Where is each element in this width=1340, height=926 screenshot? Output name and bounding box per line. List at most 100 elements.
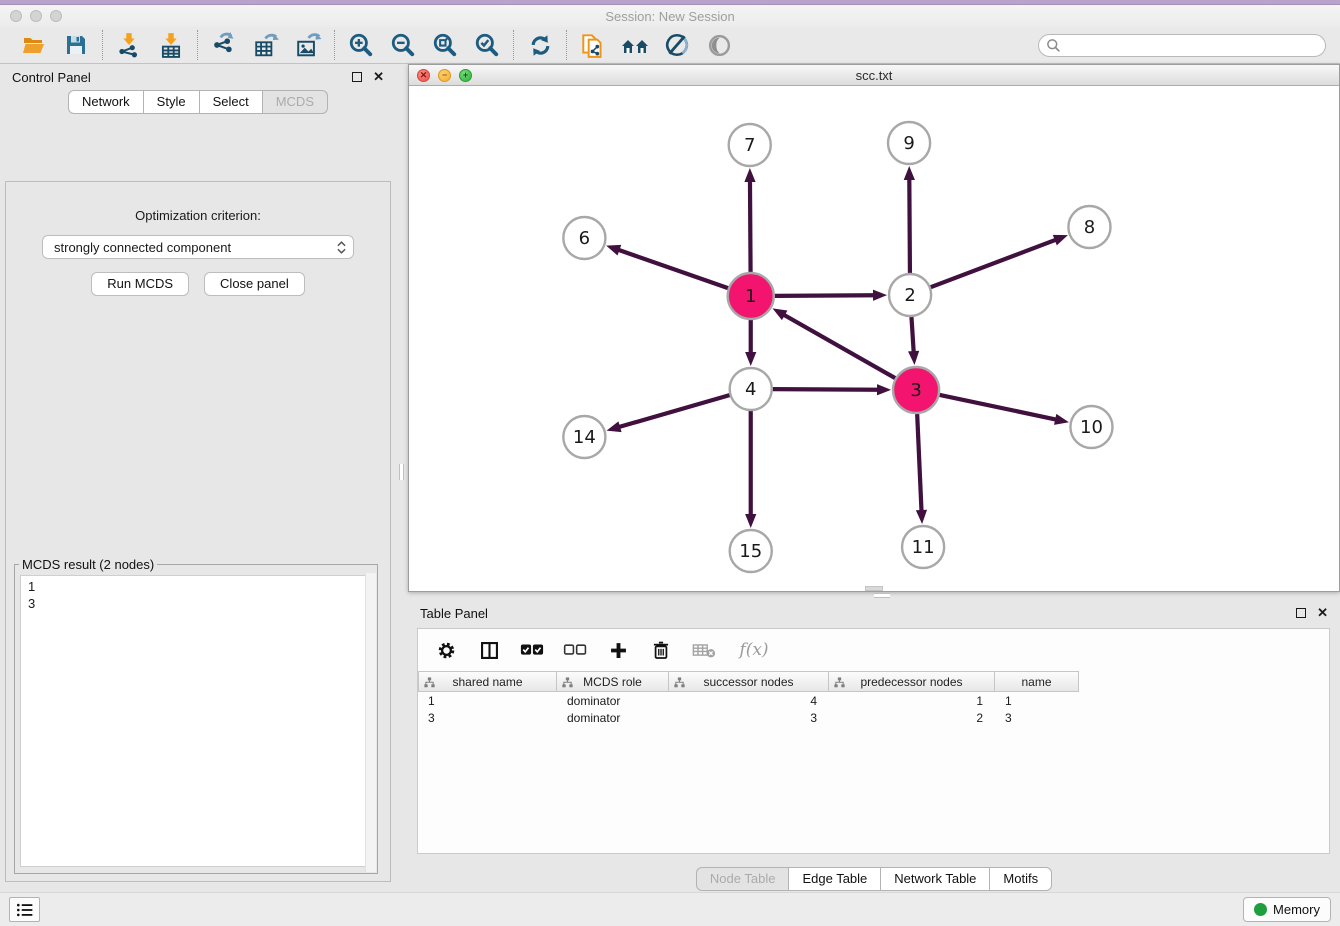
export-image-icon	[295, 32, 322, 58]
add-column-button[interactable]	[606, 638, 630, 662]
clone-network-button[interactable]	[578, 31, 608, 59]
float-panel-icon[interactable]	[352, 72, 362, 82]
network-graph: 7968124314101511	[409, 86, 1339, 591]
graph-node-label: 8	[1084, 217, 1095, 238]
tab-network-table[interactable]: Network Table	[881, 867, 990, 891]
tab-select[interactable]: Select	[200, 90, 263, 114]
column-header-MCDS-role[interactable]: MCDS role	[557, 671, 669, 692]
graph-edge-1-7[interactable]	[750, 180, 751, 272]
tab-mcds[interactable]: MCDS	[263, 90, 328, 114]
column-header-predecessor-nodes[interactable]: predecessor nodes	[829, 671, 995, 692]
close-window-icon[interactable]	[10, 10, 22, 22]
network-window-titlebar[interactable]: ✕ − + scc.txt	[409, 65, 1339, 86]
zoom-fit-button[interactable]	[430, 31, 460, 59]
graph-edge-2-8[interactable]	[931, 239, 1057, 287]
hide-detail-button[interactable]	[662, 31, 692, 59]
column-header-label: MCDS role	[583, 675, 642, 689]
memory-label: Memory	[1273, 902, 1320, 917]
deselect-all-columns-button[interactable]	[563, 638, 587, 662]
birdseye-button[interactable]	[704, 31, 734, 59]
mcds-result-list[interactable]: 1 3	[20, 575, 372, 867]
memory-button[interactable]: Memory	[1243, 897, 1331, 922]
column-type-icon	[834, 677, 845, 688]
graph-node-label: 11	[912, 537, 935, 558]
close-panel-icon[interactable]: ✕	[373, 72, 384, 82]
save-session-button[interactable]	[61, 31, 91, 59]
function-builder-button[interactable]: f(x)	[735, 638, 773, 662]
close-panel-button[interactable]: Close panel	[204, 272, 305, 296]
table-cell: 1	[995, 694, 1079, 708]
column-header-successor-nodes[interactable]: successor nodes	[669, 671, 829, 692]
panel-divider[interactable]	[396, 64, 408, 892]
close-table-panel-icon[interactable]: ✕	[1317, 608, 1328, 618]
table-panel: Table Panel ✕	[408, 600, 1340, 892]
tab-network[interactable]: Network	[68, 90, 144, 114]
result-scrollbar[interactable]	[365, 573, 376, 872]
graph-edge-arrowhead	[908, 351, 919, 365]
graph-edge-2-9[interactable]	[909, 178, 910, 273]
table-row[interactable]: 1dominator411	[418, 692, 1329, 709]
graph-edge-3-10[interactable]	[940, 395, 1058, 420]
minimize-window-icon[interactable]	[30, 10, 42, 22]
import-network-icon	[116, 32, 142, 58]
list-menu-icon	[16, 902, 34, 918]
zoom-in-icon	[348, 32, 374, 58]
run-mcds-button[interactable]: Run MCDS	[91, 272, 189, 296]
graph-edge-2-3[interactable]	[911, 317, 913, 353]
graph-edge-3-1[interactable]	[783, 314, 895, 378]
tab-style[interactable]: Style	[144, 90, 200, 114]
table-settings-button[interactable]	[434, 638, 458, 662]
graph-edge-3-11[interactable]	[917, 414, 921, 512]
zoom-fit-icon	[432, 32, 458, 58]
select-all-icon	[520, 643, 544, 657]
fx-icon: f(x)	[739, 640, 768, 660]
table-row[interactable]: 3dominator323	[418, 709, 1329, 726]
control-panel-title: Control Panel	[12, 70, 91, 85]
table-cell: 3	[669, 711, 829, 725]
table-divider[interactable]	[408, 592, 1340, 600]
show-columns-button[interactable]	[477, 638, 501, 662]
window-title: Session: New Session	[0, 9, 1340, 24]
table-toolbar: f(x)	[418, 629, 1329, 671]
maximize-window-icon[interactable]	[50, 10, 62, 22]
canvas-hscroll-thumb[interactable]	[865, 586, 883, 591]
graph-edge-1-6[interactable]	[617, 250, 728, 289]
export-image-button[interactable]	[293, 31, 323, 59]
network-canvas[interactable]: 7968124314101511	[409, 86, 1339, 591]
graph-edge-1-2[interactable]	[775, 295, 875, 296]
zoom-out-button[interactable]	[388, 31, 418, 59]
main-toolbar	[0, 27, 1340, 64]
graph-edge-arrowhead	[607, 421, 622, 432]
delete-column-button[interactable]	[649, 638, 673, 662]
export-table-button[interactable]	[251, 31, 281, 59]
network-minimize-icon[interactable]: −	[438, 69, 451, 82]
search-input[interactable]	[1038, 34, 1326, 57]
zoom-in-button[interactable]	[346, 31, 376, 59]
refresh-button[interactable]	[525, 31, 555, 59]
zoom-selected-button[interactable]	[472, 31, 502, 59]
network-window-title: scc.txt	[409, 68, 1339, 83]
graph-edge-arrowhead	[904, 166, 915, 180]
column-header-name[interactable]: name	[995, 671, 1079, 692]
home-button[interactable]	[620, 31, 650, 59]
float-table-panel-icon[interactable]	[1296, 608, 1306, 618]
open-session-button[interactable]	[19, 31, 49, 59]
import-network-button[interactable]	[114, 31, 144, 59]
graph-edge-4-3[interactable]	[773, 389, 879, 390]
optimization-criterion-select[interactable]: strongly connected component	[42, 235, 354, 259]
column-header-shared-name[interactable]: shared name	[418, 671, 557, 692]
app-menu-button[interactable]	[9, 897, 40, 922]
network-maximize-icon[interactable]: +	[459, 69, 472, 82]
tab-edge-table[interactable]: Edge Table	[789, 867, 881, 891]
network-close-icon[interactable]: ✕	[417, 69, 430, 82]
graph-edge-4-14[interactable]	[618, 395, 729, 427]
tab-motifs[interactable]: Motifs	[990, 867, 1052, 891]
export-network-button[interactable]	[209, 31, 239, 59]
tab-node-table[interactable]: Node Table	[696, 867, 790, 891]
table-header-row: shared name MCDS role successor nodesprede…	[418, 671, 1329, 692]
gear-icon	[436, 640, 457, 661]
delete-table-button[interactable]	[692, 638, 716, 662]
import-table-button[interactable]	[156, 31, 186, 59]
select-all-columns-button[interactable]	[520, 638, 544, 662]
trash-icon	[651, 640, 671, 661]
